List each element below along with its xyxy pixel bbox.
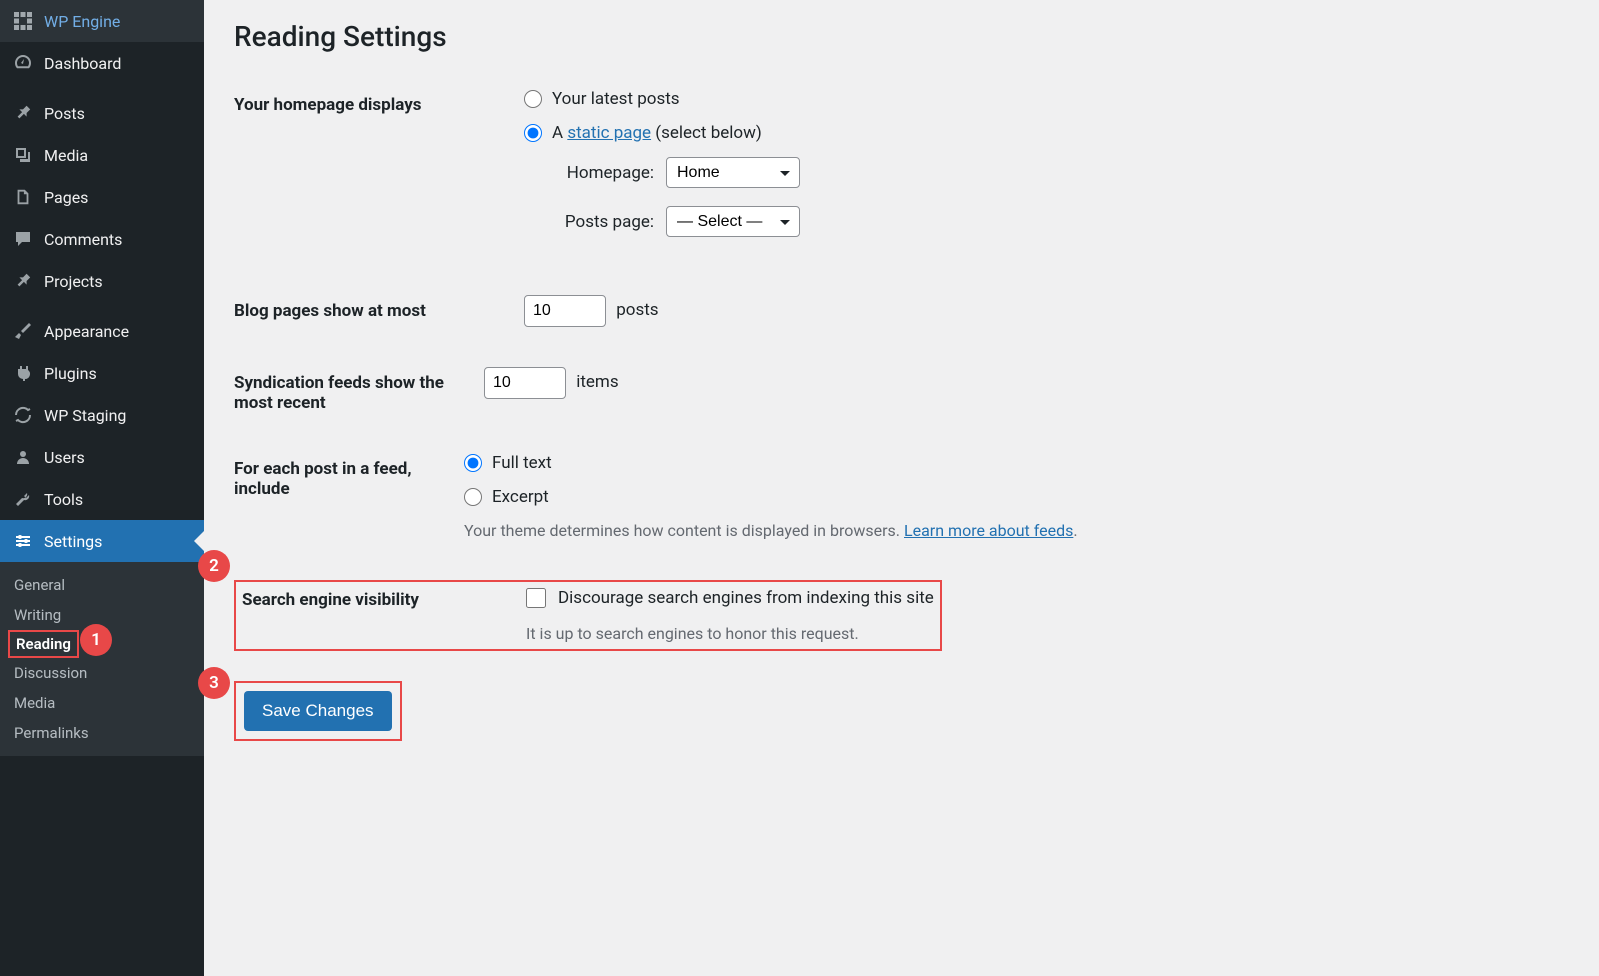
page-title: Reading Settings [234,20,1569,53]
menu-label: Pages [44,188,88,207]
menu-wp-engine[interactable]: WP Engine [0,0,204,42]
save-changes-button[interactable]: Save Changes [244,691,392,731]
menu-posts[interactable]: Posts [0,92,204,134]
blog-pages-suffix: posts [616,300,658,320]
static-page-link[interactable]: static page [567,123,651,143]
menu-label: Tools [44,490,83,509]
radio-static-page[interactable] [524,124,542,142]
radio-latest-posts-label: Your latest posts [552,89,680,109]
radio-full-text[interactable] [464,454,482,472]
menu-label: Users [44,448,85,467]
submenu-permalinks[interactable]: Permalinks [0,718,204,748]
menu-label: WP Engine [44,12,120,31]
menu-label: Comments [44,230,122,249]
menu-users[interactable]: Users [0,436,204,478]
pin-icon [12,270,34,292]
media-icon [12,144,34,166]
menu-plugins[interactable]: Plugins [0,352,204,394]
syndication-suffix: items [576,372,618,392]
homepage-select-label: Homepage: [550,163,654,183]
menu-label: Plugins [44,364,97,383]
menu-label: Media [44,146,88,165]
menu-label: Settings [44,532,102,551]
menu-label: Projects [44,272,103,291]
syndication-input[interactable] [484,367,566,399]
syndication-label: Syndication feeds show the most recent [234,367,484,413]
menu-label: Appearance [44,322,129,341]
admin-sidebar: WP Engine Dashboard Posts Media Pages Co… [0,0,204,976]
submenu-media[interactable]: Media [0,688,204,718]
tools-icon [12,488,34,510]
pin-icon [12,102,34,124]
menu-label: WP Staging [44,406,126,425]
menu-wp-staging[interactable]: WP Staging [0,394,204,436]
radio-static-prefix: A [552,123,567,143]
settings-icon [12,530,34,552]
annotation-badge-3: 3 [198,667,230,699]
submenu-general[interactable]: General [0,570,204,600]
feed-desc-prefix: Your theme determines how content is dis… [464,521,904,540]
wp-engine-icon [12,10,34,32]
radio-excerpt-label: Excerpt [492,487,549,507]
blog-pages-label: Blog pages show at most [234,295,524,321]
brush-icon [12,320,34,342]
submenu-discussion[interactable]: Discussion [0,658,204,688]
dashboard-icon [12,52,34,74]
sev-label: Search engine visibility [242,588,526,610]
feed-desc-suffix: . [1073,521,1077,540]
homepage-select[interactable]: Home [666,157,800,188]
save-button-highlight: Save Changes [234,681,402,741]
discourage-search-engines-checkbox[interactable] [526,588,546,608]
menu-settings[interactable]: Settings [0,520,204,562]
radio-latest-posts[interactable] [524,90,542,108]
menu-media[interactable]: Media [0,134,204,176]
sev-description: It is up to search engines to honor this… [526,624,934,643]
menu-appearance[interactable]: Appearance [0,310,204,352]
pages-icon [12,186,34,208]
blog-pages-input[interactable] [524,295,606,327]
menu-label: Posts [44,104,85,123]
discourage-label: Discourage search engines from indexing … [558,588,934,608]
radio-full-text-label: Full text [492,453,552,473]
settings-submenu: General Writing Reading 1 Discussion Med… [0,562,204,756]
menu-label: Dashboard [44,54,121,73]
main-content: Reading Settings Your homepage displays … [204,0,1599,976]
annotation-badge-1: 1 [80,624,112,656]
radio-static-suffix: (select below) [651,123,762,143]
posts-page-select[interactable]: — Select — [666,206,800,237]
menu-projects[interactable]: Projects [0,260,204,302]
refresh-icon [12,404,34,426]
search-engine-visibility-section: Search engine visibility Discourage sear… [234,580,942,651]
menu-comments[interactable]: Comments [0,218,204,260]
menu-tools[interactable]: Tools [0,478,204,520]
users-icon [12,446,34,468]
posts-page-select-label: Posts page: [550,212,654,232]
plugin-icon [12,362,34,384]
annotation-badge-2: 2 [198,550,230,582]
menu-dashboard[interactable]: Dashboard [0,42,204,84]
feed-include-label: For each post in a feed, include [234,453,464,499]
menu-pages[interactable]: Pages [0,176,204,218]
learn-more-feeds-link[interactable]: Learn more about feeds [904,521,1073,540]
radio-excerpt[interactable] [464,488,482,506]
homepage-displays-label: Your homepage displays [234,89,524,115]
submenu-reading[interactable]: Reading [8,630,79,658]
comments-icon [12,228,34,250]
